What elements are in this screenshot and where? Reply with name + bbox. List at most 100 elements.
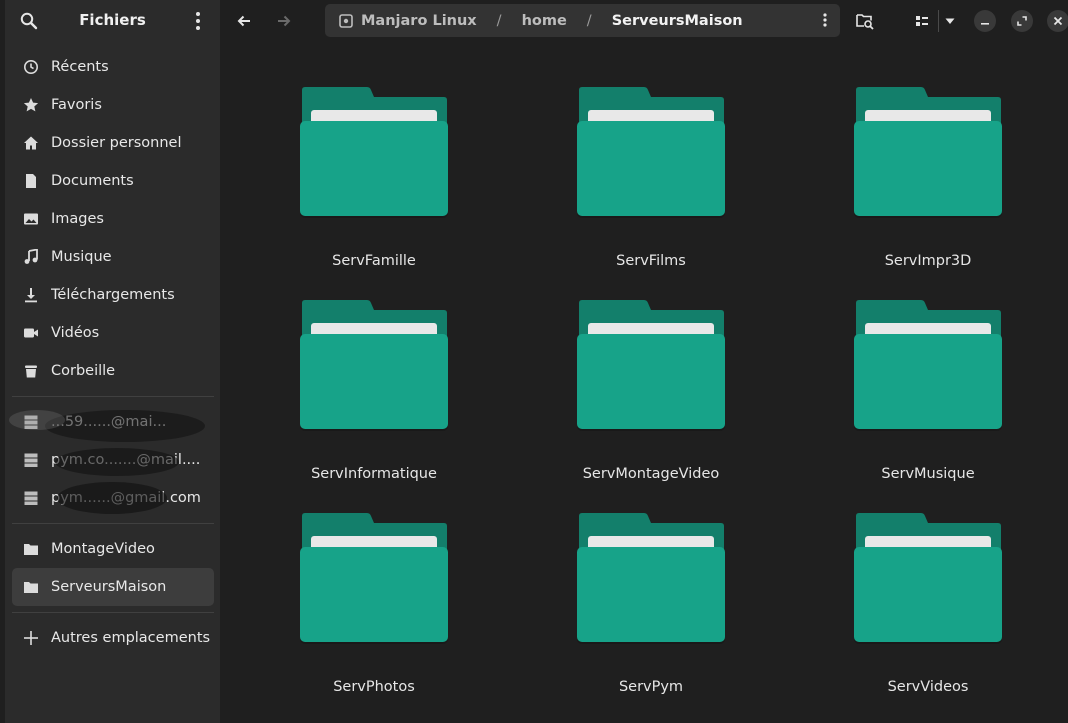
path-segment-home[interactable]: home bbox=[522, 13, 567, 29]
minimize-icon bbox=[981, 23, 989, 25]
folder-item[interactable]: ServFilms bbox=[561, 78, 741, 278]
sidebar-item-label: pym.co.......@mail.... bbox=[51, 452, 201, 468]
sidebar-item-documents[interactable]: Documents bbox=[12, 162, 214, 200]
minimize-button[interactable] bbox=[974, 10, 996, 32]
path-separator: / bbox=[496, 12, 502, 29]
trash-icon bbox=[23, 363, 39, 379]
sidebar-item-telechargements[interactable]: Téléchargements bbox=[12, 276, 214, 314]
folder-name: ServVideos bbox=[887, 679, 969, 695]
close-icon bbox=[1053, 16, 1063, 26]
sidebar-separator bbox=[12, 523, 214, 524]
search-folder-button[interactable] bbox=[853, 7, 877, 35]
clock-icon bbox=[23, 59, 39, 75]
folder-name: ServPym bbox=[618, 679, 684, 695]
sidebar-item-label: Musique bbox=[51, 249, 112, 265]
star-icon bbox=[23, 97, 39, 113]
forward-button[interactable] bbox=[272, 7, 296, 35]
folder-icon bbox=[300, 300, 448, 431]
folder-item[interactable]: ServInformatique bbox=[284, 291, 464, 491]
folder-icon bbox=[577, 300, 725, 431]
sidebar-item-videos[interactable]: Vidéos bbox=[12, 314, 214, 352]
folder-name: ServInformatique bbox=[311, 466, 437, 482]
path-segment-current[interactable]: ServeursMaison bbox=[612, 13, 743, 29]
folder-icon bbox=[577, 87, 725, 218]
arrow-right-icon bbox=[278, 15, 291, 27]
folder-item[interactable]: ServImpr3D bbox=[838, 78, 1018, 278]
server-icon bbox=[23, 452, 39, 468]
folder-icon bbox=[854, 87, 1002, 218]
server-icon bbox=[23, 414, 39, 430]
home-icon bbox=[23, 135, 39, 151]
path-bar: Manjaro Linux / home / ServeursMaison bbox=[325, 4, 840, 37]
folder-icon bbox=[854, 300, 1002, 431]
folder-name: ServImpr3D bbox=[884, 253, 972, 269]
sidebar-item-corbeille[interactable]: Corbeille bbox=[12, 352, 214, 390]
sidebar-item-musique[interactable]: Musique bbox=[12, 238, 214, 276]
folder-item[interactable]: ServMusique bbox=[838, 291, 1018, 491]
image-icon bbox=[23, 211, 39, 227]
sidebar-item-montagevideo[interactable]: MontageVideo bbox=[12, 530, 214, 568]
sidebar-item-label: Téléchargements bbox=[51, 287, 175, 303]
folder-icon bbox=[23, 579, 39, 595]
arrow-left-icon bbox=[237, 15, 250, 27]
main-menu-icon[interactable] bbox=[188, 10, 208, 32]
sidebar-item-serveursmaison[interactable]: ServeursMaison bbox=[12, 568, 214, 606]
path-segment-root[interactable]: Manjaro Linux bbox=[361, 13, 477, 29]
sidebar-separator bbox=[12, 612, 214, 613]
folder-name: ServMusique bbox=[881, 466, 975, 482]
folder-item[interactable]: ServVideos bbox=[838, 504, 1018, 704]
maximize-button[interactable] bbox=[1011, 10, 1033, 32]
sidebar: Fichiers Récents Favoris Dossier personn… bbox=[5, 0, 220, 723]
sidebar-item-label: MontageVideo bbox=[51, 541, 155, 557]
folder-item[interactable]: ServFamille bbox=[284, 78, 464, 278]
sidebar-item-label: Documents bbox=[51, 173, 134, 189]
folder-item[interactable]: ServPym bbox=[561, 504, 741, 704]
sidebar-item-images[interactable]: Images bbox=[12, 200, 214, 238]
path-menu-icon[interactable] bbox=[822, 11, 828, 33]
sidebar-item-label: pym......@gmail.com bbox=[51, 490, 201, 506]
view-toggle-button[interactable] bbox=[910, 7, 934, 35]
download-icon bbox=[23, 287, 39, 303]
sidebar-item-label: Corbeille bbox=[51, 363, 116, 379]
music-icon bbox=[23, 249, 39, 265]
folder-item[interactable]: ServMontageVideo bbox=[561, 291, 741, 491]
sidebar-item-label: ...59......@mai... bbox=[51, 414, 167, 430]
sidebar-item-other-locations[interactable]: Autres emplacements bbox=[12, 619, 214, 657]
sidebar-item-label: ServeursMaison bbox=[51, 579, 167, 595]
sidebar-item-recents[interactable]: Récents bbox=[12, 48, 214, 86]
sidebar-item-network-3[interactable]: pym......@gmail.com bbox=[12, 479, 214, 517]
video-icon bbox=[23, 325, 39, 341]
maximize-icon bbox=[1017, 16, 1027, 26]
sidebar-item-label: Autres emplacements bbox=[51, 630, 211, 646]
sidebar-item-home[interactable]: Dossier personnel bbox=[12, 124, 214, 162]
sidebar-item-network-2[interactable]: pym.co.......@mail.... bbox=[12, 441, 214, 479]
folder-search-icon bbox=[856, 14, 874, 30]
sidebar-item-network-1[interactable]: ...59......@mai... bbox=[12, 403, 214, 441]
chevron-down-icon bbox=[945, 18, 955, 24]
folder-name: ServFilms bbox=[616, 253, 686, 269]
folder-name: ServPhotos bbox=[333, 679, 415, 695]
sidebar-separator bbox=[12, 396, 214, 397]
close-button[interactable] bbox=[1047, 10, 1068, 32]
sidebar-item-label: Images bbox=[51, 211, 104, 227]
server-icon bbox=[23, 490, 39, 506]
sidebar-header: Fichiers bbox=[5, 0, 220, 42]
sidebar-item-label: Récents bbox=[51, 59, 109, 75]
view-options-button[interactable] bbox=[940, 7, 960, 35]
sidebar-list: Récents Favoris Dossier personnel Docume… bbox=[12, 48, 214, 657]
folder-icon bbox=[300, 513, 448, 644]
folder-name: ServMontageVideo bbox=[582, 466, 720, 482]
sidebar-item-label: Vidéos bbox=[51, 325, 100, 341]
document-icon bbox=[23, 173, 39, 189]
folder-item[interactable]: ServPhotos bbox=[284, 504, 464, 704]
divider bbox=[938, 10, 939, 32]
sidebar-item-label: Favoris bbox=[51, 97, 102, 113]
sidebar-item-label: Dossier personnel bbox=[51, 135, 182, 151]
folder-name: ServFamille bbox=[332, 253, 416, 269]
drive-icon bbox=[339, 13, 353, 28]
plus-icon bbox=[23, 630, 39, 646]
folder-icon bbox=[854, 513, 1002, 644]
list-view-icon bbox=[916, 16, 928, 26]
back-button[interactable] bbox=[232, 7, 256, 35]
sidebar-item-favoris[interactable]: Favoris bbox=[12, 86, 214, 124]
